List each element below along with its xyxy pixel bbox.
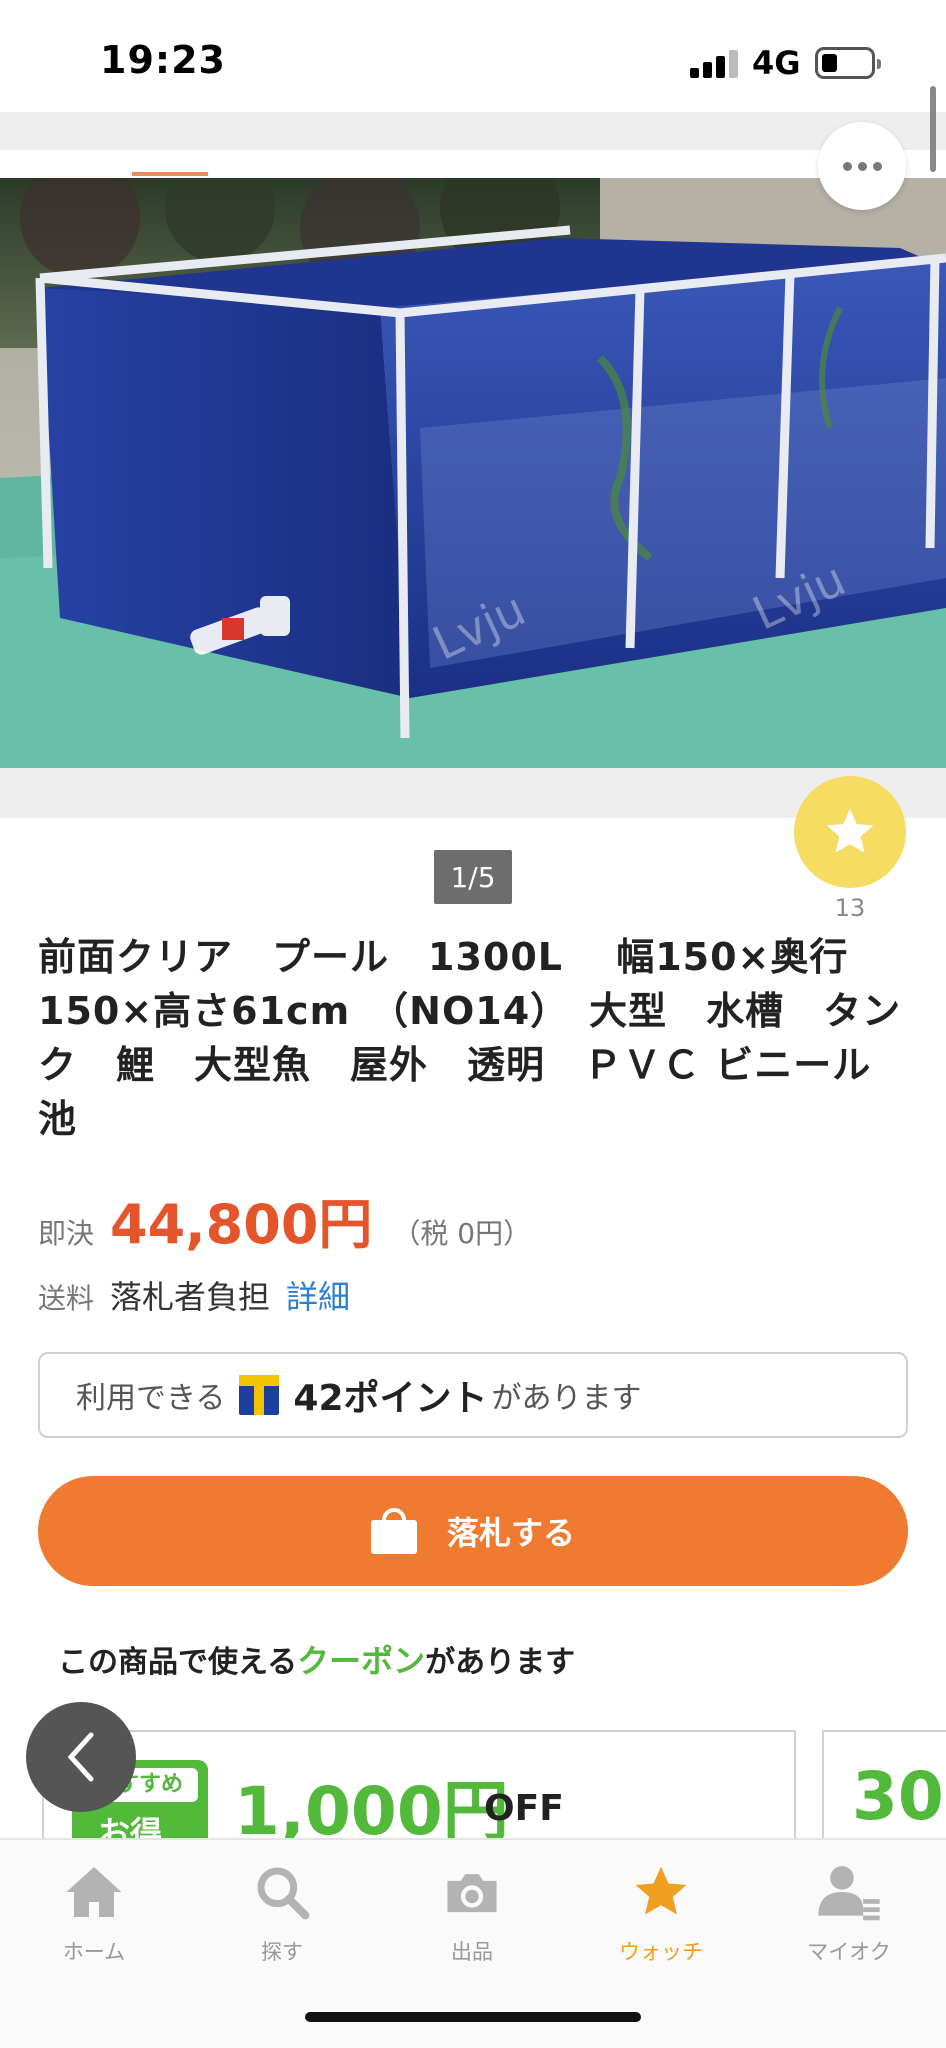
home-indicator	[305, 2012, 641, 2022]
points-suffix: があります	[491, 1381, 642, 1416]
tab-label-sell: 出品	[451, 1940, 493, 1964]
chevron-left-icon	[67, 1732, 94, 1782]
gallery-top-band	[0, 112, 946, 150]
shipping-details-link[interactable]: 詳細	[286, 1272, 350, 1318]
coupon-heading-highlight: クーポン	[297, 1642, 426, 1680]
star-icon	[635, 1866, 687, 1915]
shipping-value: 落札者負担	[110, 1278, 271, 1316]
coupon-amount: 1,000円	[234, 1773, 509, 1850]
camera-icon	[447, 1874, 497, 1913]
tab-label-watch: ウォッチ	[619, 1940, 703, 1964]
scrollbar[interactable]	[930, 86, 936, 172]
pool-image: Lvju Lvju	[0, 178, 946, 768]
coupon-heading-prefix: この商品で使える	[58, 1645, 298, 1680]
shipping-row: 送料 落札者負担 詳細	[38, 1272, 350, 1318]
coupon-heading: この商品で使えるクーポンがあります	[58, 1636, 575, 1682]
back-button[interactable]	[26, 1702, 136, 1812]
dot-icon	[872, 161, 882, 171]
home-icon	[66, 1867, 122, 1917]
product-photo[interactable]: Lvju Lvju	[0, 178, 946, 768]
tab-label-search: 探す	[261, 1940, 303, 1964]
tab-sell[interactable]: 出品	[397, 1862, 547, 1966]
watch-count: 13	[834, 894, 866, 922]
price-tax: （税 0円）	[392, 1217, 532, 1250]
tab-home[interactable]: ホーム	[19, 1862, 169, 1966]
points-prefix: 利用できる	[76, 1381, 226, 1416]
more-options-button[interactable]	[818, 122, 906, 210]
star-icon	[826, 808, 874, 853]
bid-button[interactable]: 落札する	[38, 1476, 908, 1586]
tab-label-myauction: マイオク	[807, 1940, 891, 1964]
dot-icon	[857, 161, 867, 171]
points-banner[interactable]: 利用できる 42ポイント があります	[38, 1352, 908, 1438]
coupon-card-2[interactable]: 300	[822, 1730, 946, 1850]
price-label: 即決	[38, 1217, 95, 1250]
coupon-heading-suffix: があります	[425, 1645, 576, 1680]
price-row: 即決 44,800円 （税 0円）	[38, 1180, 531, 1259]
network-type: 4G	[752, 44, 801, 82]
shopping-bag-icon	[370, 1508, 417, 1554]
search-icon	[257, 1867, 310, 1920]
coupon-off: OFF	[484, 1788, 564, 1829]
battery-icon	[815, 47, 881, 79]
user-icon	[818, 1866, 880, 1921]
tpoint-icon	[239, 1375, 280, 1415]
shipping-label: 送料	[38, 1282, 95, 1315]
tab-label-home: ホーム	[62, 1940, 126, 1964]
item-title: 前面クリア プール 1300L 幅150×奥行150×高さ61cm （NO14）…	[38, 935, 911, 1141]
tab-search[interactable]: 探す	[207, 1862, 357, 1966]
coupon-card[interactable]: おすすめ お得 1,000円 OFF	[42, 1730, 796, 1850]
coupon-amount-2: 300	[852, 1758, 946, 1835]
signal-icon	[690, 48, 738, 78]
dot-icon	[842, 161, 852, 171]
status-bar: 19:23 4G	[0, 0, 946, 112]
bid-button-label: 落札する	[446, 1514, 575, 1552]
tab-watch[interactable]: ウォッチ	[586, 1862, 736, 1966]
price-value: 44,800円	[110, 1193, 373, 1256]
points-amount: 42ポイント	[293, 1378, 488, 1419]
status-time: 19:23	[100, 38, 226, 82]
tab-myauction[interactable]: マイオク	[774, 1862, 924, 1966]
gallery-tab-indicator	[132, 172, 208, 176]
watch-button[interactable]	[794, 776, 906, 888]
image-counter: 1/5	[434, 850, 512, 904]
